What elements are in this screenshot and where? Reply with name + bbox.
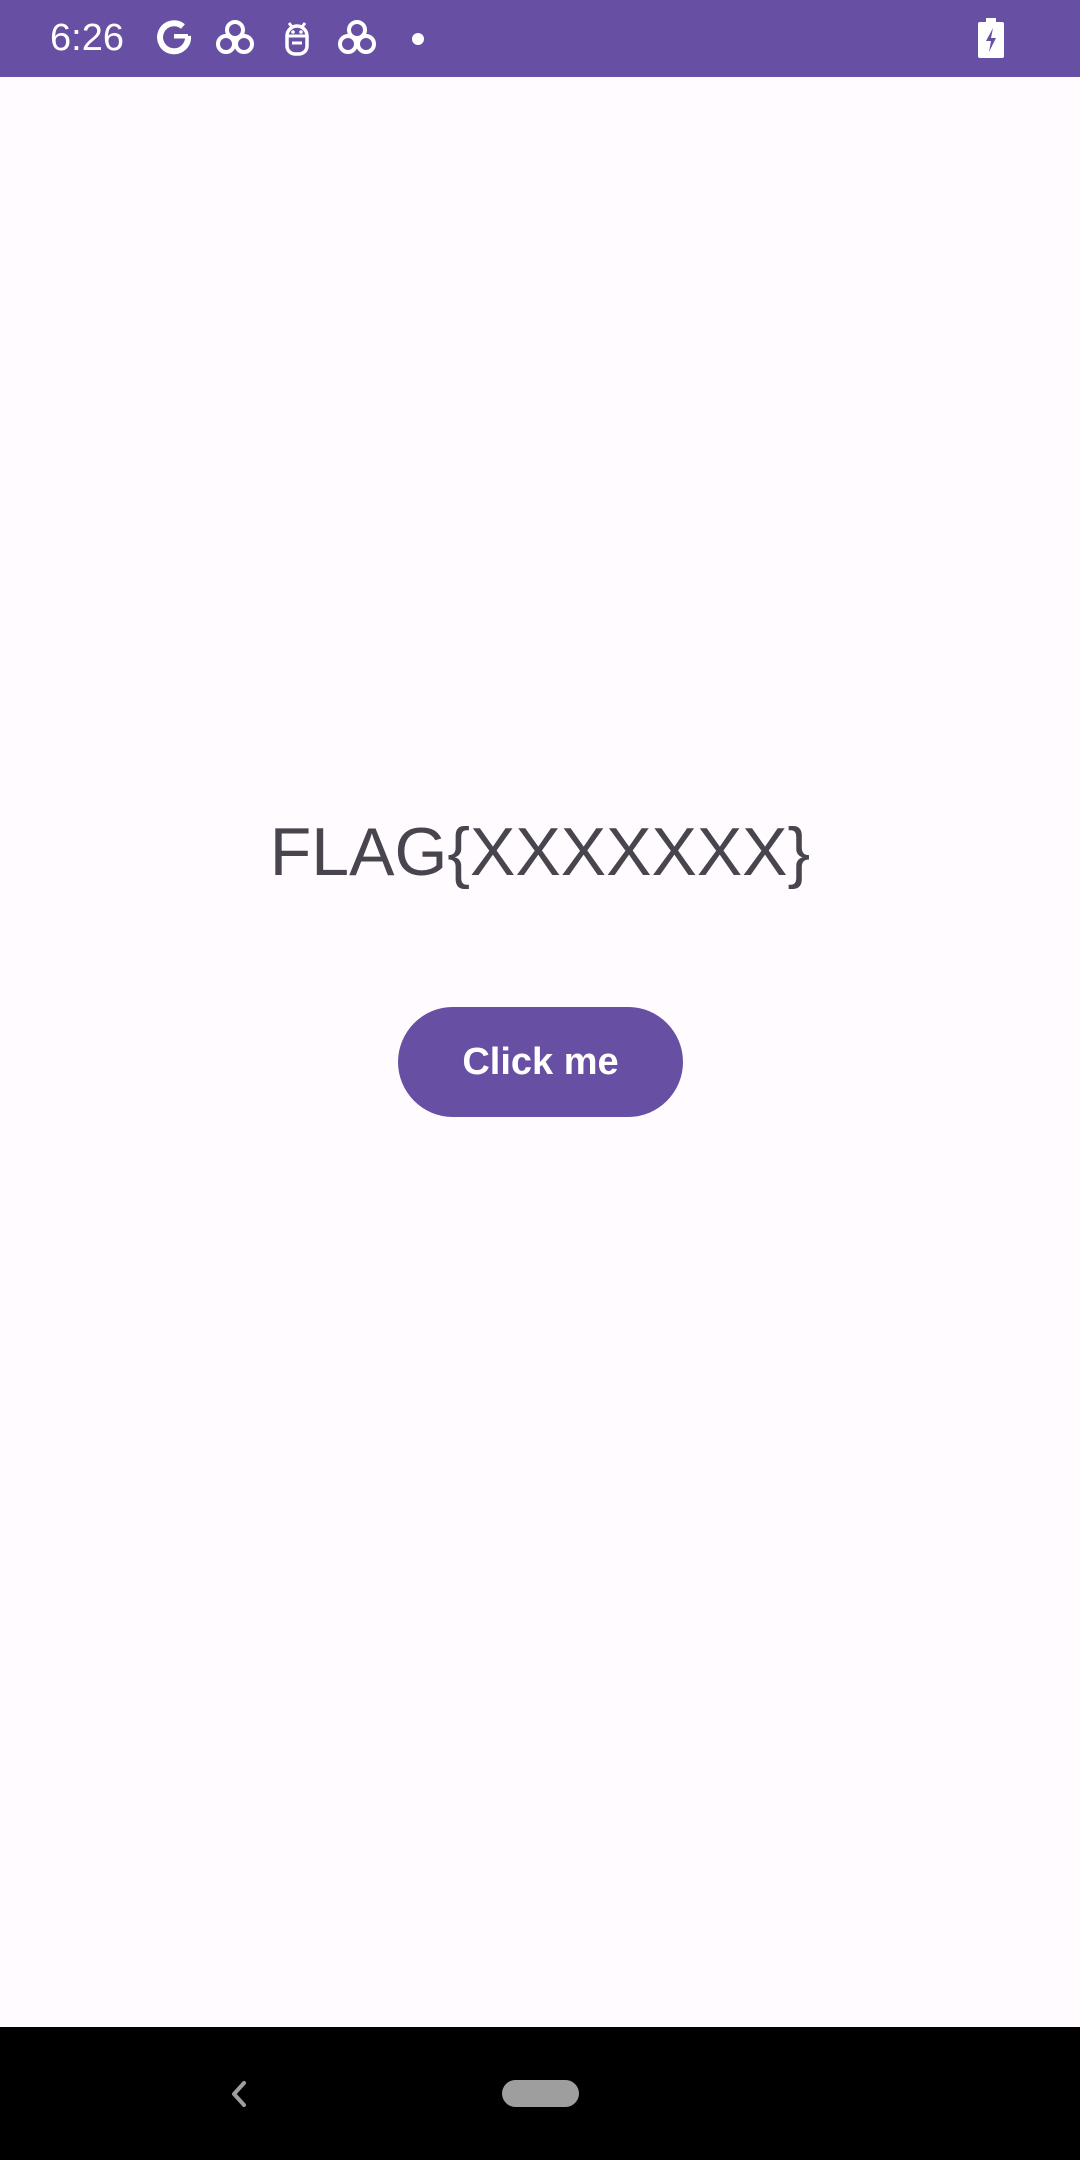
navigation-bar (0, 2027, 1080, 2160)
flag-text: FLAG{XXXXXXX} (269, 814, 811, 890)
status-bar: 6:26 (0, 0, 1080, 77)
main-content: FLAG{XXXXXXX} Click me (0, 77, 1080, 2027)
google-icon (157, 20, 192, 55)
screen: 6:26 FLAG{XXXXXXX} Click me (0, 0, 1080, 2160)
app-notification-icon (338, 20, 376, 54)
back-icon[interactable] (224, 2077, 254, 2111)
android-robot-icon (285, 22, 309, 56)
more-notifications-dot-icon (412, 33, 424, 45)
home-pill-icon[interactable] (502, 2080, 579, 2107)
click-me-button[interactable]: Click me (398, 1007, 683, 1117)
app-notification-icon (216, 20, 254, 54)
status-time: 6:26 (50, 17, 124, 59)
battery-charging-icon (978, 18, 1004, 58)
